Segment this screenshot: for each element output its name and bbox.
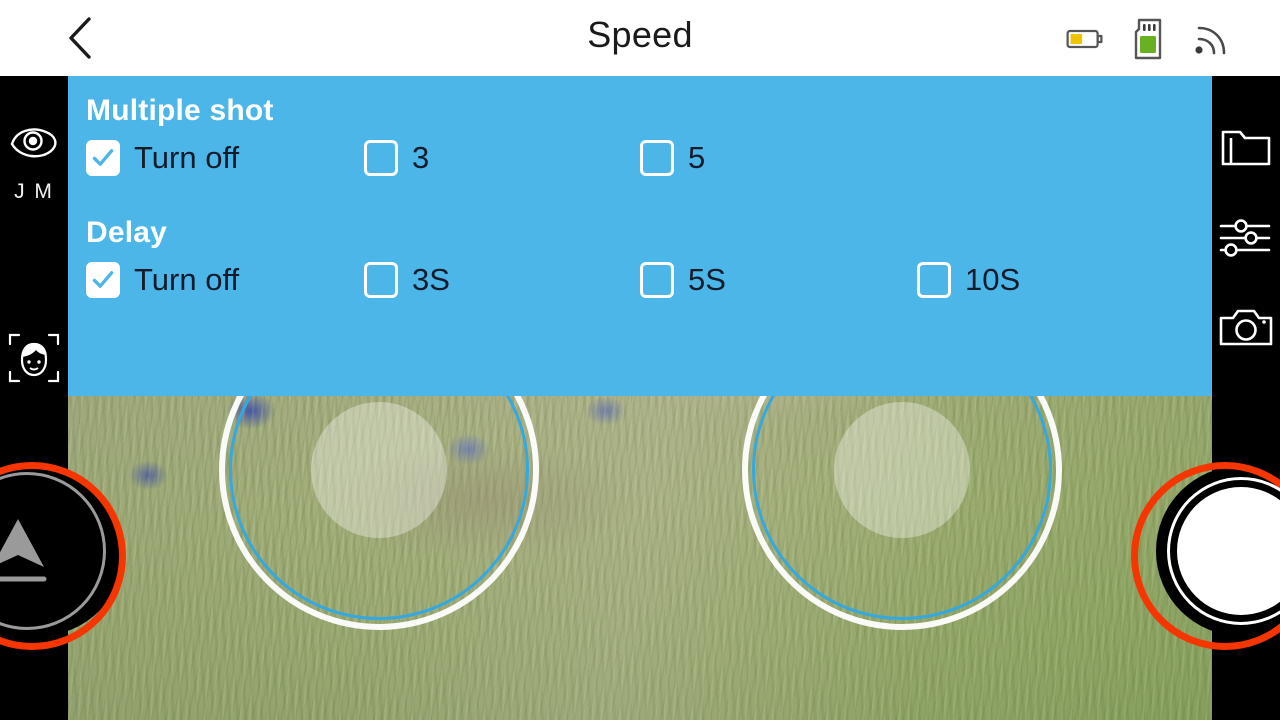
checkbox-delay-5s[interactable] <box>640 262 674 298</box>
navigation-arrow-icon[interactable] <box>0 505 74 597</box>
option-label: 5 <box>688 140 706 175</box>
section-title-delay: Delay <box>86 216 168 249</box>
checkbox-multiple-shot-turn-off[interactable] <box>86 140 120 176</box>
option-delay-10s[interactable]: 10S <box>917 262 1020 298</box>
multiple-shot-options: Turn off 3 5 <box>68 140 1212 186</box>
checkbox-multiple-shot-3[interactable] <box>364 140 398 176</box>
delay-options: Turn off 3S 5S 10S <box>68 262 1212 308</box>
option-multiple-shot-turn-off[interactable]: Turn off <box>86 140 239 176</box>
option-delay-turn-off[interactable]: Turn off <box>86 262 239 298</box>
option-label: Turn off <box>134 140 240 175</box>
status-icon-group <box>1066 16 1230 62</box>
title-bar: Speed <box>0 0 1280 76</box>
settings-sliders-icon[interactable] <box>1217 216 1275 260</box>
checkbox-delay-turn-off[interactable] <box>86 262 120 298</box>
option-label: 3 <box>412 140 430 175</box>
option-delay-5s[interactable]: 5S <box>640 262 726 298</box>
wifi-signal-icon[interactable] <box>1190 19 1230 59</box>
checkbox-delay-3s[interactable] <box>364 262 398 298</box>
option-label: 10S <box>965 262 1021 297</box>
option-delay-3s[interactable]: 3S <box>364 262 450 298</box>
option-label: 5S <box>688 262 726 297</box>
battery-icon[interactable] <box>1066 26 1106 52</box>
eye-tracking-icon[interactable] <box>8 122 60 162</box>
sd-card-icon[interactable] <box>1132 18 1164 60</box>
gallery-folder-icon[interactable] <box>1218 124 1274 172</box>
camera-icon[interactable] <box>1217 304 1275 350</box>
option-label: Turn off <box>134 262 240 297</box>
section-title-multiple-shot: Multiple shot <box>86 94 274 127</box>
option-label: 3S <box>412 262 450 297</box>
camera-app-screen: Multiple shot Turn off 3 5 Delay Turn of… <box>0 0 1280 720</box>
option-multiple-shot-5[interactable]: 5 <box>640 140 705 176</box>
face-detect-icon[interactable] <box>6 330 62 386</box>
left-rail-mode-label: J M <box>14 180 54 203</box>
option-multiple-shot-3[interactable]: 3 <box>364 140 429 176</box>
speed-settings-panel: Multiple shot Turn off 3 5 Delay Turn of… <box>68 76 1212 396</box>
checkbox-multiple-shot-5[interactable] <box>640 140 674 176</box>
checkbox-delay-10s[interactable] <box>917 262 951 298</box>
